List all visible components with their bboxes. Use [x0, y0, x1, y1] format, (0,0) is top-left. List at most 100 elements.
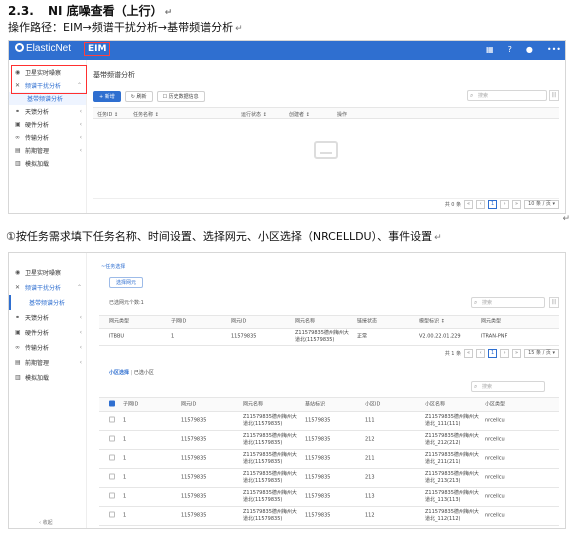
select-ne-button[interactable]: 选择网元	[109, 277, 143, 288]
help-icon[interactable]: ?	[508, 45, 512, 54]
column-header: 操作	[337, 112, 348, 118]
cell: 213	[365, 474, 375, 481]
first-page-button[interactable]: «	[464, 200, 474, 209]
row-checkbox[interactable]	[109, 492, 115, 502]
cell: Z11579835德州梅州大道北(11579835)	[243, 433, 297, 446]
sidebar-item-load[interactable]: ▥ 模拟加载	[9, 370, 86, 385]
table-row[interactable]: 1 11579835 Z11579835德州梅州大道北(11579835) 11579…	[99, 431, 559, 450]
sidebar-item-label: 卫星实时噪察	[25, 270, 62, 277]
user-icon[interactable]: ●	[526, 45, 533, 54]
cell: 1	[123, 436, 127, 443]
page-size-select[interactable]: 10 条 / 页 ▾	[524, 200, 559, 209]
empty-inbox-icon	[314, 141, 338, 159]
pager-total: 共 1 条	[444, 351, 462, 357]
next-page-button[interactable]: ›	[500, 349, 510, 358]
grid-icon[interactable]: ▦	[486, 45, 494, 54]
eim-module-tab[interactable]: EIM	[84, 42, 111, 56]
highlight-box	[11, 65, 87, 94]
first-page-button[interactable]: «	[464, 349, 474, 358]
cell: nrcellcu	[485, 512, 505, 519]
sidebar-item-antenna[interactable]: ⚭ 天馈分析 ‹	[9, 105, 86, 118]
sidebar-item-load[interactable]: ▥ 模拟加载	[9, 157, 86, 170]
antenna-icon: ⚭	[15, 314, 21, 321]
table-row[interactable]: ITBBU 1 11579835 Z11579835德州梅州大道北(115798…	[99, 329, 559, 346]
column-header[interactable]: 任务名称 ↕	[133, 111, 159, 118]
cell: Z11579835德州梅州大道北(11579835)	[243, 509, 297, 522]
selected-ne-count: 已选网元个数:1	[109, 300, 144, 306]
cell: Z11579835德州梅州大道北(11579835)	[243, 414, 297, 427]
cell: 1	[171, 333, 175, 340]
cell: Z11579835德州梅州大道北_213(213)	[425, 471, 479, 484]
select-all-checkbox[interactable]	[109, 400, 115, 409]
column-header[interactable]: 任务ID ↕	[97, 111, 118, 118]
ne-table: 网元类型 子网ID 网元ID 网元名称 链接状态 模型标识 ↕ 网元类型 ITB…	[99, 315, 559, 346]
prev-page-button[interactable]: ‹	[476, 349, 486, 358]
cell: 112	[365, 512, 375, 519]
cell: 11579835	[181, 512, 207, 519]
page-size-select[interactable]: 15 条 / 页 ▾	[524, 349, 559, 358]
table-row[interactable]: 1 11579835 Z11579835德州梅州大道北(11579835) 11579…	[99, 469, 559, 488]
more-icon[interactable]: •••	[547, 45, 561, 54]
row-checkbox[interactable]	[109, 435, 115, 445]
column-settings-icon[interactable]: |||	[549, 90, 559, 101]
next-page-button[interactable]: ›	[500, 200, 510, 209]
cell: nrcellcu	[485, 455, 505, 462]
step-instruction: ①按任务需求填下任务名称、时间设置、选择网元、小区选择（NRCELLDU）、事件…	[6, 228, 442, 244]
row-checkbox[interactable]	[109, 454, 115, 464]
tab-cell-select[interactable]: 小区选择	[109, 370, 129, 376]
table-row[interactable]: 1 11579835 Z11579835德州梅州大道北(11579835) 11579…	[99, 488, 559, 507]
link-icon: ∞	[15, 134, 20, 141]
load-icon: ▥	[15, 374, 21, 381]
sidebar-item-label: 硬件分析	[25, 122, 50, 129]
column-header[interactable]: 运行状态 ↕	[241, 111, 267, 118]
sidebar-sub-baseband[interactable]: 基带频谱分析	[9, 295, 86, 310]
table-row[interactable]: 1 11579835 Z11579835德州梅州大道北(11579835) 11579…	[99, 450, 559, 469]
search-input[interactable]: ⌕ 搜索	[467, 90, 547, 101]
search-icon: ⌕	[474, 299, 478, 306]
last-page-button[interactable]: »	[512, 349, 522, 358]
cell-search-input[interactable]: ⌕ 搜索	[471, 381, 545, 392]
sidebar-item-label: 模拟加载	[25, 375, 50, 382]
sidebar-item-hardware[interactable]: ▣ 硬件分析 ‹	[9, 118, 86, 131]
column-header[interactable]: 创建者 ↕	[289, 111, 310, 118]
sidebar-item-transport[interactable]: ∞ 传输分析 ‹	[9, 340, 86, 355]
cell: 1	[123, 417, 127, 424]
sidebar-item-transport[interactable]: ∞ 传输分析 ‹	[9, 131, 86, 144]
column-header[interactable]: 模型标识 ↕	[419, 319, 445, 326]
table-row[interactable]: 1 11579835 Z11579835德州梅州大道北(11579835) 11579…	[99, 507, 559, 526]
sidebar-item-label: 前期管理	[25, 148, 50, 155]
add-button[interactable]: + 新增	[93, 90, 121, 102]
row-checkbox[interactable]	[109, 416, 115, 426]
empty-state	[93, 119, 559, 199]
sidebar-item-label: 硬件分析	[25, 330, 50, 337]
row-checkbox[interactable]	[109, 473, 115, 483]
manage-icon: ▤	[15, 359, 21, 366]
last-page-button[interactable]: »	[512, 200, 522, 209]
column-settings-icon[interactable]: |||	[549, 297, 559, 308]
search-icon: ⌕	[474, 383, 478, 390]
sidebar-item-manage[interactable]: ▤ 前期管理 ‹	[9, 355, 86, 370]
page-number[interactable]: 1	[488, 200, 498, 209]
task-select-crumb[interactable]: ~任务选择	[101, 263, 125, 270]
page-number[interactable]: 1	[488, 349, 498, 358]
sidebar-item-spectrum[interactable]: ✕ 频谱干扰分析 ⌃	[9, 280, 86, 295]
cell: 11579835	[231, 333, 257, 340]
cell: 111	[365, 417, 375, 424]
chevron-left-icon: ‹	[79, 329, 82, 336]
history-button[interactable]: ☐ 历史数据信息	[156, 90, 205, 102]
ne-search-input[interactable]: ⌕ 搜索	[471, 297, 545, 308]
table-row[interactable]: 1 11579835 Z11579835德州梅州大道北(11579835) 11579…	[99, 412, 559, 431]
sidebar-item-satellite[interactable]: ◉ 卫星实时噪察	[9, 265, 86, 280]
main-content: ~任务选择 选择网元 已选网元个数:1 ⌕ 搜索 ||| 网元类型 子网ID 网元…	[99, 253, 559, 528]
sidebar-item-antenna[interactable]: ⚭ 天馈分析 ‹	[9, 310, 86, 325]
row-checkbox[interactable]	[109, 511, 115, 521]
sidebar-item-manage[interactable]: ▤ 前期管理 ‹	[9, 144, 86, 157]
column-header: 网元名称	[295, 318, 316, 325]
collapse-sidebar-button[interactable]: ‹ 收起	[39, 519, 53, 526]
refresh-button[interactable]: ↻ 刷新	[124, 90, 153, 102]
tab-selected-cells[interactable]: 已选小区	[134, 370, 154, 376]
sidebar-item-hardware[interactable]: ▣ 硬件分析 ‹	[9, 325, 86, 340]
prev-page-button[interactable]: ‹	[476, 200, 486, 209]
top-bar: ElasticNet EIM ▦ ? ● •••	[9, 41, 565, 60]
manage-icon: ▤	[15, 147, 21, 154]
